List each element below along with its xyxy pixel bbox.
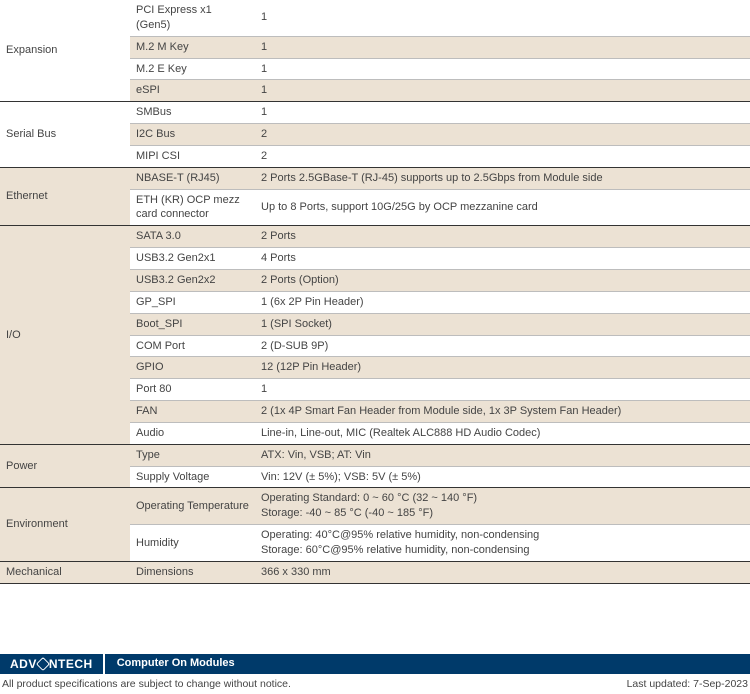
disclaimer-text: All product specifications are subject t…: [2, 677, 291, 691]
subcategory-cell: Boot_SPI: [130, 313, 255, 335]
subcategory-cell: M.2 E Key: [130, 58, 255, 80]
subcategory-cell: FAN: [130, 401, 255, 423]
value-cell: 366 x 330 mm: [255, 561, 750, 583]
category-cell: Ethernet: [0, 167, 130, 226]
table-row: EnvironmentOperating TemperatureOperatin…: [0, 488, 750, 525]
subcategory-cell: eSPI: [130, 80, 255, 102]
subcategory-cell: I2C Bus: [130, 124, 255, 146]
category-cell: Environment: [0, 488, 130, 561]
value-cell: 1: [255, 58, 750, 80]
value-cell: 12 (12P Pin Header): [255, 357, 750, 379]
last-updated-text: Last updated: 7-Sep-2023: [627, 677, 748, 691]
subcategory-cell: SMBus: [130, 102, 255, 124]
subcategory-cell: USB3.2 Gen2x1: [130, 248, 255, 270]
table-row: ExpansionPCI Express x1 (Gen5)1: [0, 0, 750, 36]
category-cell: Power: [0, 444, 130, 488]
subcategory-cell: GP_SPI: [130, 291, 255, 313]
subcategory-cell: COM Port: [130, 335, 255, 357]
value-cell: Line-in, Line-out, MIC (Realtek ALC888 H…: [255, 422, 750, 444]
subcategory-cell: MIPI CSI: [130, 145, 255, 167]
value-cell: 4 Ports: [255, 248, 750, 270]
subcategory-cell: Humidity: [130, 525, 255, 562]
table-row: MechanicalDimensions366 x 330 mm: [0, 561, 750, 583]
value-cell: 2 Ports: [255, 226, 750, 248]
brand-logo: ADV NTECH: [0, 654, 105, 674]
subcategory-cell: ETH (KR) OCP mezz card connector: [130, 189, 255, 226]
value-cell: 2: [255, 145, 750, 167]
value-cell: 1: [255, 379, 750, 401]
subcategory-cell: PCI Express x1 (Gen5): [130, 0, 255, 36]
brand-diamond-icon: [36, 657, 50, 671]
category-cell: I/O: [0, 226, 130, 444]
value-cell: Operating: 40°C@95% relative humidity, n…: [255, 525, 750, 562]
subcategory-cell: USB3.2 Gen2x2: [130, 269, 255, 291]
subcategory-cell: Type: [130, 444, 255, 466]
value-cell: 1: [255, 0, 750, 36]
subcategory-cell: Dimensions: [130, 561, 255, 583]
value-cell: Up to 8 Ports, support 10G/25G by OCP me…: [255, 189, 750, 226]
subcategory-cell: M.2 M Key: [130, 36, 255, 58]
brand-text-2: NTECH: [49, 656, 93, 672]
subcategory-cell: Operating Temperature: [130, 488, 255, 525]
value-cell: Vin: 12V (± 5%); VSB: 5V (± 5%): [255, 466, 750, 488]
value-cell: 2 Ports 2.5GBase-T (RJ-45) supports up t…: [255, 167, 750, 189]
footer-bar: ADV NTECH Computer On Modules: [0, 654, 750, 674]
category-cell: Mechanical: [0, 561, 130, 583]
value-cell: 1 (SPI Socket): [255, 313, 750, 335]
value-cell: ATX: Vin, VSB; AT: Vin: [255, 444, 750, 466]
table-row: PowerTypeATX: Vin, VSB; AT: Vin: [0, 444, 750, 466]
table-row: I/OSATA 3.02 Ports: [0, 226, 750, 248]
brand-text-1: ADV: [10, 656, 37, 672]
table-row: Serial BusSMBus1: [0, 102, 750, 124]
subcategory-cell: SATA 3.0: [130, 226, 255, 248]
value-cell: 1: [255, 80, 750, 102]
subcategory-cell: Port 80: [130, 379, 255, 401]
value-cell: 1: [255, 102, 750, 124]
value-cell: Operating Standard: 0 ~ 60 °C (32 ~ 140 …: [255, 488, 750, 525]
subcategory-cell: GPIO: [130, 357, 255, 379]
subcategory-cell: NBASE-T (RJ45): [130, 167, 255, 189]
spec-table: ExpansionPCI Express x1 (Gen5)1M.2 M Key…: [0, 0, 750, 584]
section-title: Computer On Modules: [105, 654, 247, 674]
subcategory-cell: Supply Voltage: [130, 466, 255, 488]
category-cell: Expansion: [0, 0, 130, 102]
value-cell: 1: [255, 36, 750, 58]
value-cell: 2 (D-SUB 9P): [255, 335, 750, 357]
value-cell: 1 (6x 2P Pin Header): [255, 291, 750, 313]
table-row: EthernetNBASE-T (RJ45)2 Ports 2.5GBase-T…: [0, 167, 750, 189]
category-cell: Serial Bus: [0, 102, 130, 168]
subcategory-cell: Audio: [130, 422, 255, 444]
value-cell: 2: [255, 124, 750, 146]
footer-line: All product specifications are subject t…: [0, 674, 750, 694]
value-cell: 2 (1x 4P Smart Fan Header from Module si…: [255, 401, 750, 423]
value-cell: 2 Ports (Option): [255, 269, 750, 291]
